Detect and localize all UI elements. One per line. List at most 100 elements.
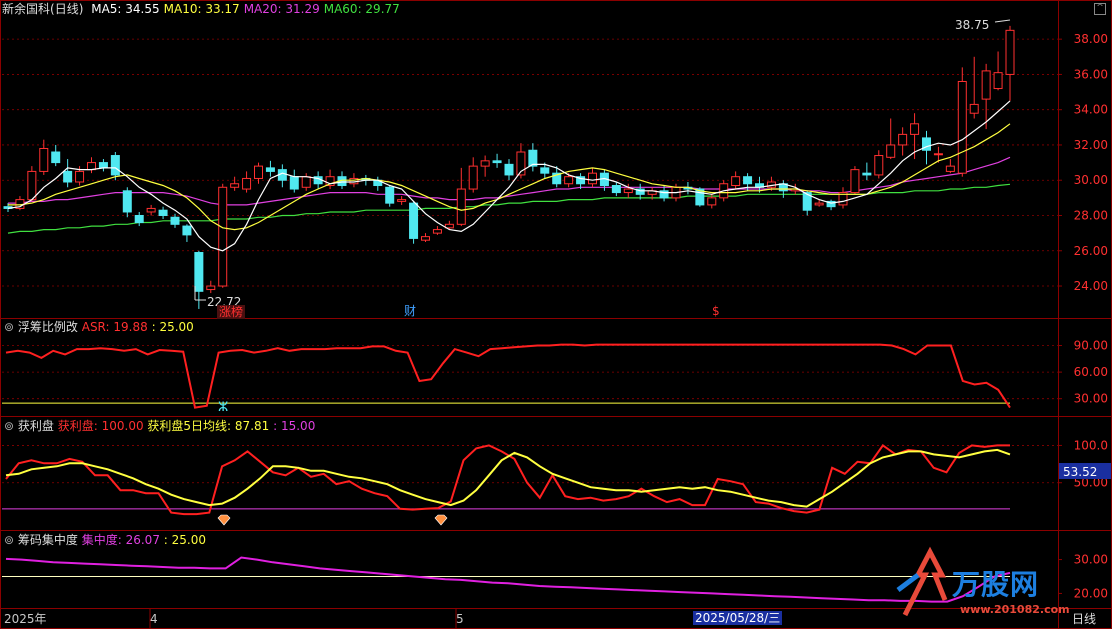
y-tick-label: 24.00 <box>1074 279 1108 293</box>
ma-legend-item: MA20: 31.29 <box>243 2 320 16</box>
candle-body <box>540 167 550 174</box>
watermark-arrow-icon <box>902 546 948 617</box>
y-tick-label: 26.00 <box>1074 244 1108 258</box>
profit-panel-name: 获利盘 <box>17 419 54 433</box>
ma-legend-item: MA60: 29.77 <box>323 2 400 16</box>
y-tick-label: 30.00 <box>1074 173 1108 187</box>
profit-legend: ⊚ 获利盘 获利盘: 100.00 获利盘5日均线: 87.81 : 15.00 <box>4 419 316 433</box>
y-tick-label: 38.00 <box>1074 32 1108 46</box>
candle-body <box>98 162 108 169</box>
candle-body <box>158 209 168 216</box>
conc-value: 26.07 <box>125 533 160 547</box>
candle-body <box>886 144 896 158</box>
candle-body <box>933 153 943 156</box>
xaxis-label: 5 <box>456 612 464 626</box>
profit-level: 15.00 <box>280 419 316 433</box>
conc-level: 25.00 <box>171 533 206 547</box>
watermark-swoosh-icon <box>896 573 920 592</box>
main-legend: 新余国科(日线) MA5: 34.55 MA10: 33.17 MA20: 31.2… <box>2 2 400 16</box>
candle-body <box>862 172 872 176</box>
y-tick-label: 20.00 <box>1074 586 1108 600</box>
candle-body <box>39 147 49 172</box>
conc-panel-name: 筹码集中度 <box>17 533 78 547</box>
candle-body <box>170 216 180 225</box>
candle-body <box>182 225 192 236</box>
candle-body <box>874 155 884 176</box>
candle-body <box>122 190 132 213</box>
candle-body <box>289 176 299 190</box>
settings-icon[interactable]: ⊚ <box>4 320 14 334</box>
candle-body <box>707 197 717 206</box>
y-tick-label: 60.00 <box>1074 365 1108 379</box>
y-tick-label: 34.00 <box>1074 103 1108 117</box>
candle-body <box>957 80 967 174</box>
ma-legend-item: MA5: 34.55 <box>91 2 160 16</box>
y-tick-label: 30.00 <box>1074 553 1108 567</box>
candle-body <box>254 165 263 179</box>
diamond-icon <box>217 514 231 526</box>
limit-up-tag[interactable]: 涨榜 <box>217 305 246 319</box>
y-tick-label: 30.00 <box>1074 392 1108 406</box>
asr-line <box>5 343 1011 409</box>
profit-label: 获利盘: <box>57 419 102 433</box>
candle-body <box>611 185 621 194</box>
candle-body <box>110 155 120 176</box>
candle-body <box>743 176 753 185</box>
conc-legend: ⊚ 筹码集中度 集中度: 26.07 : 25.00 <box>4 533 206 547</box>
y-tick-label: 36.00 <box>1074 67 1108 81</box>
conc-line <box>5 556 1011 603</box>
candle-body <box>432 229 442 234</box>
candle-body <box>910 123 920 135</box>
ma60-line <box>7 183 1011 234</box>
butterfly-icon: ⵣ <box>218 400 228 415</box>
stock-name: 新余国科 <box>2 2 51 16</box>
candle-body <box>242 177 252 190</box>
candle-body <box>206 285 216 291</box>
candle-body <box>945 165 955 172</box>
finance-tag[interactable]: 财 <box>404 304 416 318</box>
asr-label: ASR: <box>81 320 114 334</box>
watermark-url: www.201082.com <box>960 603 1070 616</box>
asr-level: 25.00 <box>159 320 194 334</box>
asr-value: 19.88 <box>113 320 148 334</box>
candle-body <box>898 133 908 146</box>
candle-body <box>1005 29 1015 75</box>
candle-body <box>480 160 490 167</box>
candle-body <box>564 176 574 185</box>
candle-body <box>194 252 204 292</box>
dividend-tag[interactable]: $ <box>712 304 720 318</box>
cursor-date: 2025/05/28/三 <box>693 611 783 625</box>
period-button[interactable]: 日线 <box>1072 612 1096 626</box>
xaxis-label: 4 <box>150 612 158 626</box>
asr-panel-name: 浮筹比例改 <box>17 320 78 334</box>
candle-body <box>528 149 538 167</box>
candle-body <box>51 151 61 164</box>
candle-body <box>385 186 395 204</box>
candle-body <box>75 170 85 183</box>
watermark-logo: 万股网 <box>952 568 1040 601</box>
profit-ma-label: 获利盘5日均线: <box>147 419 235 433</box>
y-tick-label: 32.00 <box>1074 138 1108 152</box>
candle-body <box>63 170 73 183</box>
settings-icon[interactable]: ⊚ <box>4 533 14 547</box>
ma-legend: MA5: 34.55 MA10: 33.17 MA20: 31.29 MA60: 29… <box>87 2 400 16</box>
high-pointer <box>994 19 1011 23</box>
ma-legend-item: MA10: 33.17 <box>163 2 240 16</box>
value-marker: 53.52 <box>1063 465 1097 479</box>
candle-body <box>134 214 144 224</box>
diamond-icon <box>434 514 448 526</box>
candle-body <box>731 176 741 187</box>
candle-body <box>623 188 633 194</box>
settings-icon[interactable]: ⊚ <box>4 419 14 433</box>
conc-label: 集中度: <box>81 533 126 547</box>
candle-body <box>504 163 514 176</box>
candle-body <box>265 167 275 172</box>
collapse-icon[interactable]: ^ <box>1094 3 1106 15</box>
candle-body <box>456 188 466 225</box>
candle-body <box>993 72 1003 90</box>
profit-value: 100.00 <box>101 419 144 433</box>
candle-body <box>492 160 502 164</box>
candle-body <box>588 172 597 185</box>
candle-body <box>981 70 991 100</box>
candle-body <box>850 169 860 194</box>
